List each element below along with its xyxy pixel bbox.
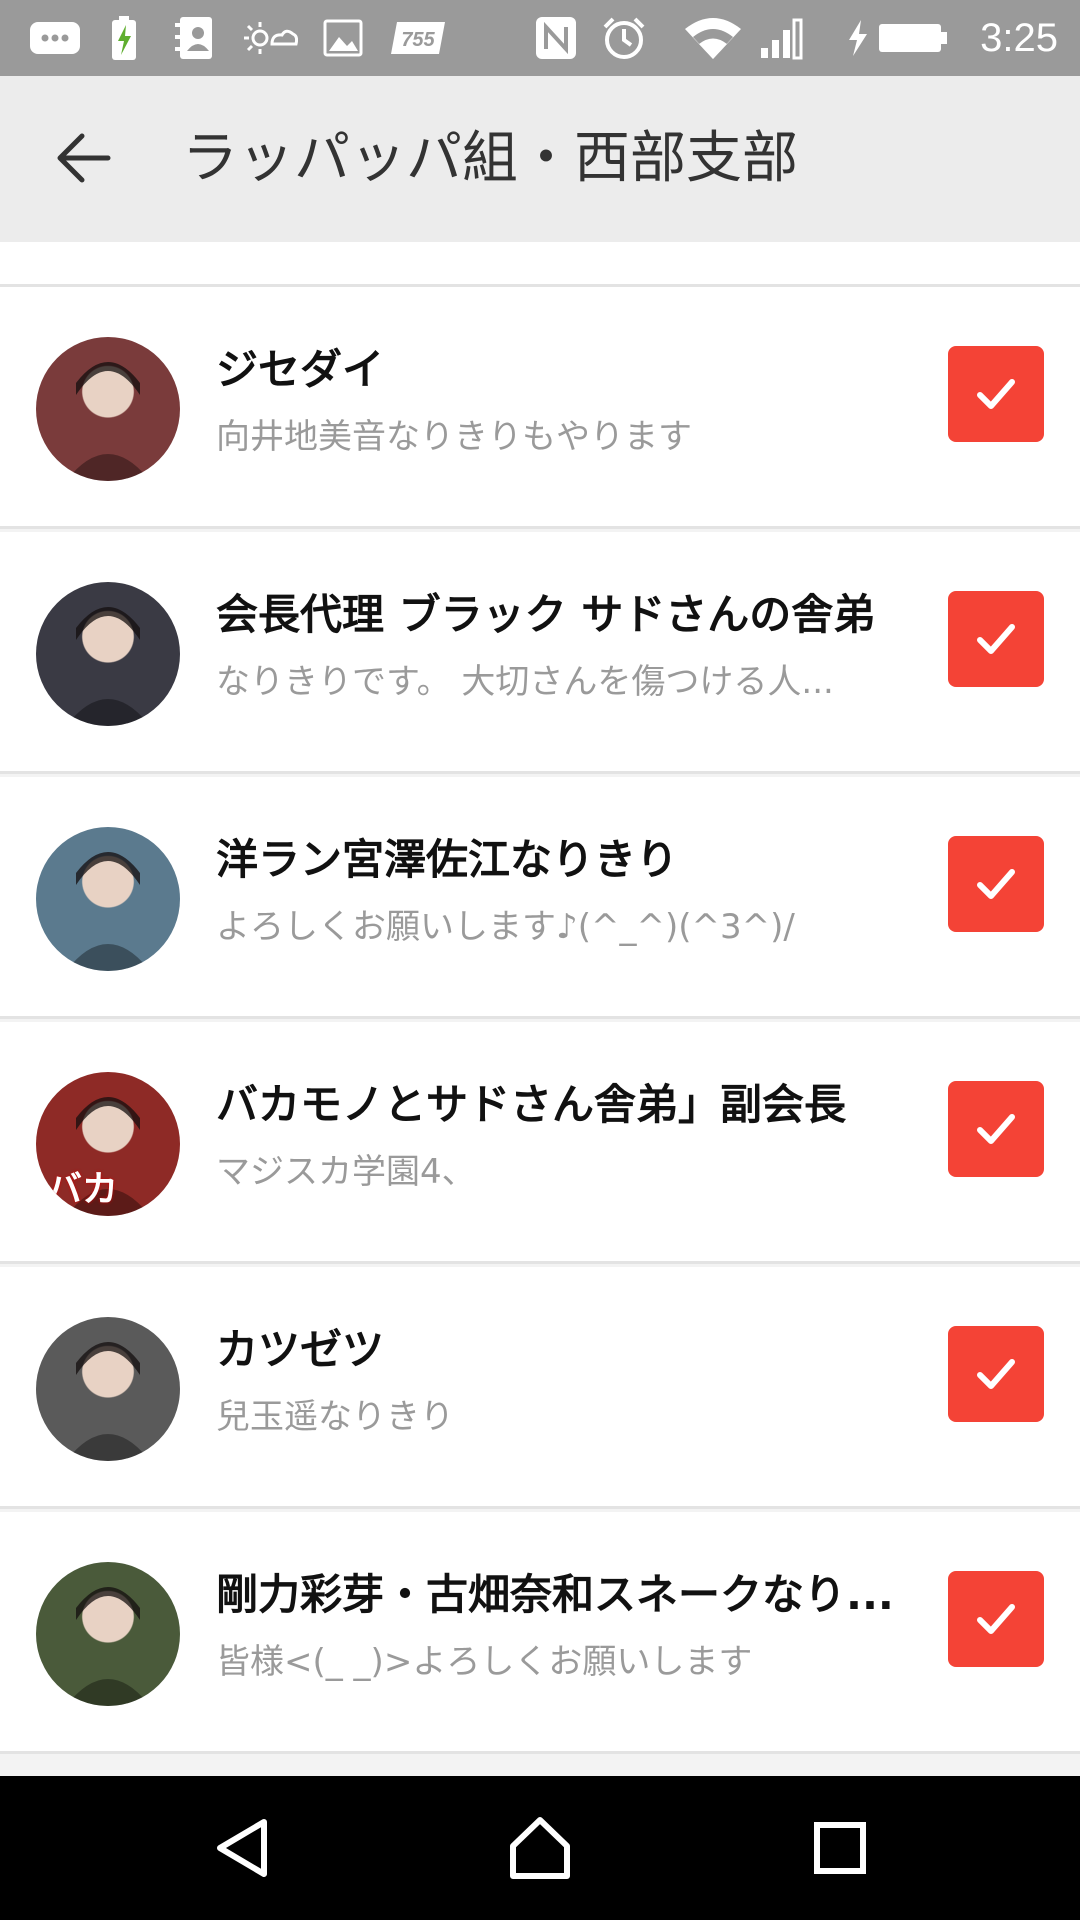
avatar[interactable]: バカ <box>36 1072 180 1216</box>
member-list[interactable]: ジセダイ向井地美音なりきりもやります会長代理 ブラック サドさんの舎弟なりきりで… <box>0 242 1080 1776</box>
member-description: よろしくお願いします♪(^_^)(^3^)/ <box>216 907 795 947</box>
list-item[interactable]: 剛力彩芽・古畑奈和スネークなり... 皆様<(_ _)>よろしくお願いします <box>0 1512 1080 1754</box>
member-name: 剛力彩芽・古畑奈和スネークなり... <box>216 1570 894 1619</box>
app-755-icon: 755 <box>388 14 448 62</box>
contacts-icon <box>172 14 218 62</box>
avatar-overlay-text: バカ <box>46 1169 119 1210</box>
status-bar: 755 3:25 <box>0 0 1080 76</box>
weather-icon <box>244 14 298 62</box>
avatar[interactable] <box>36 582 180 726</box>
app-bar: ラッパッパ組・西部支部 <box>0 76 1080 242</box>
wifi-icon <box>682 14 744 62</box>
member-name: 会長代理 ブラック サドさんの舎弟 <box>216 590 876 639</box>
list-top-strip <box>0 242 1080 287</box>
checkmark-icon <box>977 869 1015 899</box>
nav-recents-button[interactable] <box>790 1804 890 1892</box>
member-description: 皆様<(_ _)>よろしくお願いします <box>216 1642 753 1682</box>
nav-back-button[interactable] <box>192 1804 292 1892</box>
svg-text:755: 755 <box>401 29 435 51</box>
battery-icon <box>846 14 952 62</box>
member-checkbox[interactable] <box>948 1571 1044 1667</box>
nav-home-button[interactable] <box>490 1804 590 1892</box>
member-checkbox[interactable] <box>948 346 1044 442</box>
avatar[interactable] <box>36 1317 180 1461</box>
list-item[interactable]: 洋ラン宮澤佐江なりきりよろしくお願いします♪(^_^)(^3^)/ <box>0 777 1080 1019</box>
member-checkbox[interactable] <box>948 1326 1044 1422</box>
checkmark-icon <box>977 624 1015 654</box>
status-time: 3:25 <box>980 16 1058 60</box>
checkmark-icon <box>977 1604 1015 1634</box>
home-icon <box>510 1817 570 1879</box>
member-name: カツゼツ <box>216 1325 385 1374</box>
member-description: 向井地美音なりきりもやります <box>216 417 692 457</box>
checkmark-icon <box>977 379 1015 409</box>
arrow-back-icon <box>57 133 111 183</box>
member-name: 洋ラン宮澤佐江なりきり <box>216 835 679 884</box>
member-description: マジスカ学園4、 <box>216 1152 476 1192</box>
member-checkbox[interactable] <box>948 591 1044 687</box>
gallery-icon <box>322 14 364 62</box>
page-title: ラッパッパ組・西部支部 <box>182 126 798 191</box>
battery-charging-icon <box>106 14 142 62</box>
checkmark-icon <box>977 1359 1015 1389</box>
member-name: ジセダイ <box>216 345 385 394</box>
member-name: バカモノとサドさん舎弟」副会長 <box>216 1080 847 1129</box>
checkmark-icon <box>977 1114 1015 1144</box>
navigation-bar <box>0 1776 1080 1920</box>
member-description: 兒玉遥なりきり <box>216 1397 454 1437</box>
avatar[interactable] <box>36 827 180 971</box>
message-icon <box>26 14 84 62</box>
list-item[interactable]: バカ バカモノとサドさん舎弟」副会長マジスカ学園4、 <box>0 1022 1080 1264</box>
avatar[interactable] <box>36 1562 180 1706</box>
member-checkbox[interactable] <box>948 1081 1044 1177</box>
recents-icon <box>814 1822 866 1874</box>
list-item[interactable]: 会長代理 ブラック サドさんの舎弟なりきりです。 大切さんを傷つける人... <box>0 532 1080 774</box>
alarm-icon <box>600 14 648 62</box>
member-checkbox[interactable] <box>948 836 1044 932</box>
list-item[interactable]: ジセダイ向井地美音なりきりもやります <box>0 287 1080 529</box>
nfc-icon <box>532 14 580 62</box>
avatar[interactable] <box>36 337 180 481</box>
list-item[interactable]: カツゼツ兒玉遥なりきり <box>0 1267 1080 1509</box>
back-triangle-icon <box>217 1819 267 1877</box>
back-button[interactable] <box>44 122 124 194</box>
signal-icon <box>758 14 808 62</box>
member-description: なりきりです。 大切さんを傷つける人... <box>216 662 834 702</box>
